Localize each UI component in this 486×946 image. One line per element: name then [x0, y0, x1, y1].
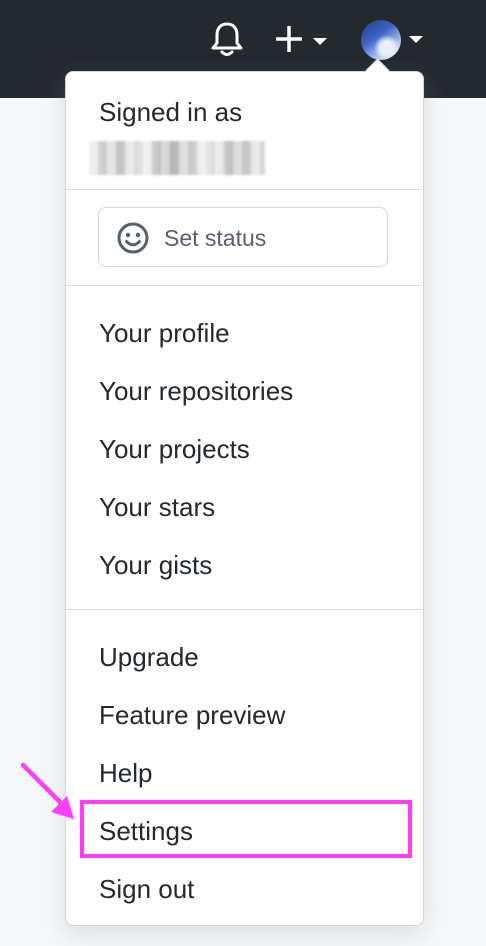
arrow-pointer-icon [20, 762, 74, 819]
chevron-down-icon[interactable] [409, 36, 423, 43]
menu-item-your-stars[interactable]: Your stars [99, 492, 215, 522]
menu-divider [66, 189, 422, 190]
menu-item-upgrade[interactable]: Upgrade [99, 642, 199, 672]
menu-item-help[interactable]: Help [99, 758, 152, 788]
menu-divider [66, 609, 422, 610]
menu-item-your-projects[interactable]: Your projects [99, 434, 250, 464]
smiley-icon [117, 222, 149, 254]
plus-icon[interactable] [276, 26, 302, 52]
menu-item-sign-out[interactable]: Sign out [99, 874, 194, 904]
signed-in-label: Signed in as [99, 97, 243, 127]
avatar[interactable] [361, 20, 401, 60]
set-status-label: Set status [164, 225, 267, 251]
menu-item-your-profile[interactable]: Your profile [99, 318, 230, 348]
menu-item-feature-preview[interactable]: Feature preview [99, 700, 285, 730]
menu-divider [66, 285, 422, 286]
set-status-button[interactable]: Set status [98, 207, 388, 267]
username-redacted [89, 141, 265, 175]
chevron-down-icon[interactable] [313, 38, 327, 45]
menu-item-your-gists[interactable]: Your gists [99, 550, 212, 580]
settings-highlight-box [80, 800, 412, 858]
bell-icon[interactable] [210, 20, 244, 58]
menu-item-your-repositories[interactable]: Your repositories [99, 376, 293, 406]
